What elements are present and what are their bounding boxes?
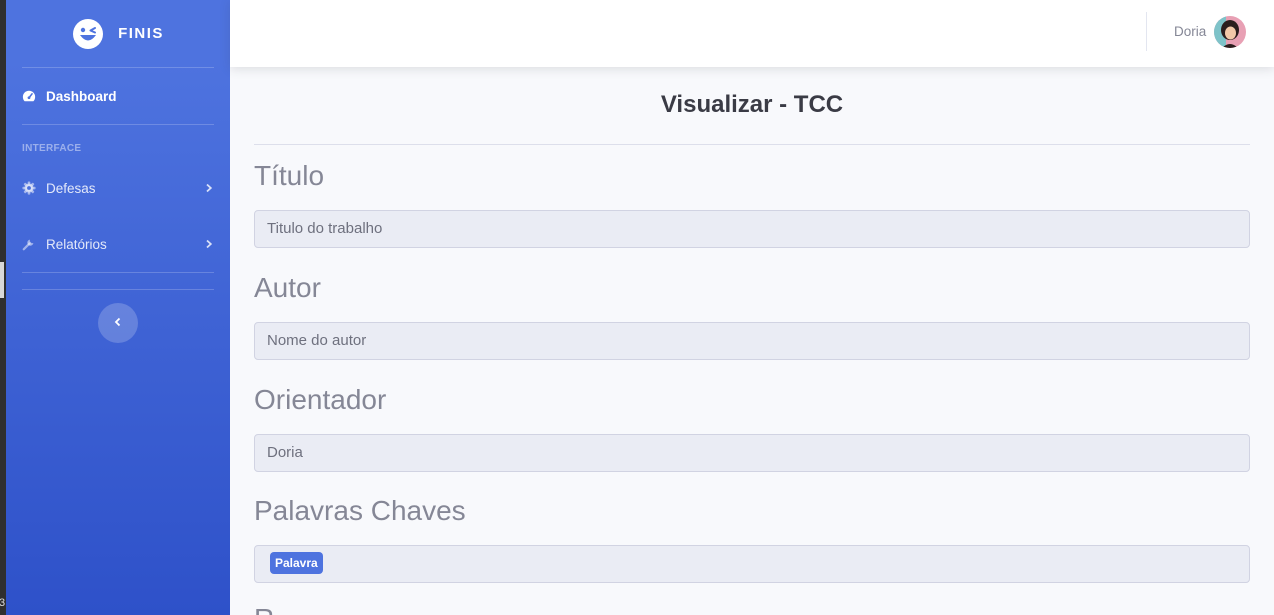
sidebar-brand[interactable]: FINIS — [6, 0, 230, 67]
autor-field: Nome do autor — [254, 322, 1250, 360]
palavras-chaves-field: Palavra — [254, 545, 1250, 583]
sidebar-item-label: Relatórios — [46, 236, 107, 252]
titulo-field: Titulo do trabalho — [254, 210, 1250, 248]
orientador-label: Orientador — [254, 384, 387, 415]
title-divider — [254, 144, 1250, 145]
topbar: Doria — [230, 0, 1274, 67]
edge-marker — [0, 262, 4, 298]
chevron-right-icon — [204, 239, 214, 249]
page-title: Visualizar - TCC — [660, 91, 844, 118]
laugh-wink-icon — [73, 18, 104, 49]
palavras-chaves-label: Palavras Chaves — [254, 495, 466, 526]
main-content: Visualizar - TCC Título Titulo do trabal… — [230, 67, 1274, 615]
topbar-divider — [1146, 12, 1147, 51]
sidebar: FINIS Dashboard INTERFACE Defesas Relató… — [6, 0, 230, 615]
orientador-field: Doria — [254, 434, 1250, 472]
tachometer-icon — [22, 89, 36, 103]
next-field-label-partial: R — [254, 603, 274, 615]
edge-number: 3 — [0, 597, 6, 609]
autor-label: Autor — [254, 272, 321, 303]
sidebar-item-relatorios[interactable]: Relatórios — [6, 216, 230, 272]
sidebar-heading: INTERFACE — [22, 143, 82, 154]
titulo-label: Título — [254, 160, 325, 191]
sidebar-item-label: Defesas — [46, 180, 96, 196]
gear-icon — [22, 181, 36, 195]
sidebar-divider — [22, 272, 214, 273]
brand-name: FINIS — [118, 25, 164, 42]
chevron-right-icon — [204, 183, 214, 193]
avatar[interactable] — [1214, 16, 1246, 48]
keyword-badge: Palavra — [270, 552, 323, 574]
sidebar-item-dashboard[interactable]: Dashboard — [6, 68, 230, 124]
sidebar-item-defesas[interactable]: Defesas — [6, 160, 230, 216]
sidebar-divider — [22, 289, 214, 290]
sidebar-toggle-button[interactable] — [98, 303, 138, 343]
chevron-left-icon — [113, 314, 123, 332]
user-name[interactable]: Doria — [1174, 24, 1206, 39]
wrench-icon — [22, 237, 36, 251]
sidebar-item-label: Dashboard — [46, 88, 117, 104]
